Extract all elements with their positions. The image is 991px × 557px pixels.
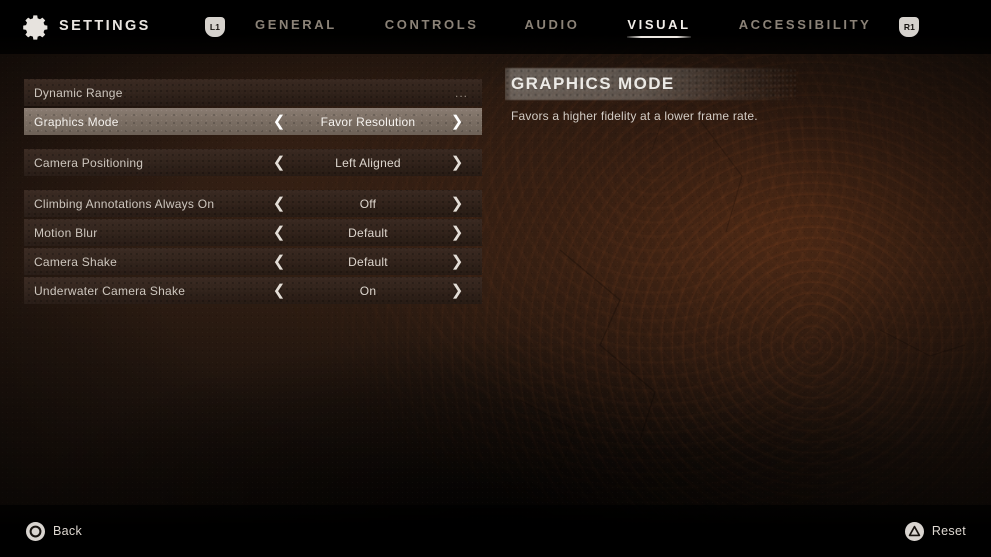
back-button-label: Back [53, 524, 82, 538]
setting-label: Camera Shake [34, 254, 118, 269]
settings-list: Dynamic Range ... Graphics Mode ❮ Favor … [24, 79, 482, 306]
row-ellipsis-indicator: ... [454, 85, 468, 100]
setting-row-camera-positioning[interactable]: Camera Positioning ❮ Left Aligned ❯ [24, 149, 482, 176]
detail-banner: GRAPHICS MODE [505, 66, 975, 102]
circle-button-icon [26, 521, 45, 541]
tab-controls-label: CONTROLS [384, 17, 479, 32]
r1-bumper-icon[interactable]: R1 [899, 17, 920, 37]
tab-visual-label: VISUAL [627, 17, 691, 32]
reset-button[interactable]: Reset [904, 505, 966, 557]
chevron-right-icon[interactable]: ❯ [448, 108, 466, 135]
gear-icon [23, 15, 48, 40]
header-bar: SETTINGS L1 GENERAL CONTROLS AUDIO VISUA… [0, 0, 991, 54]
setting-label: Graphics Mode [34, 114, 119, 129]
chevron-right-icon[interactable]: ❯ [448, 149, 466, 176]
l1-label: L1 [209, 22, 221, 32]
l1-bumper-icon[interactable]: L1 [205, 17, 225, 37]
footer-bar: Back Reset [0, 505, 991, 557]
settings-group: Camera Positioning ❮ Left Aligned ❯ [24, 149, 482, 176]
chevron-right-icon[interactable]: ❯ [448, 248, 466, 275]
setting-label: Motion Blur [34, 225, 98, 240]
setting-row-motion-blur[interactable]: Motion Blur ❮ Default ❯ [24, 219, 482, 246]
settings-screen: SETTINGS L1 GENERAL CONTROLS AUDIO VISUA… [0, 0, 991, 557]
tab-visual[interactable]: VISUAL [627, 17, 691, 38]
setting-label: Climbing Annotations Always On [34, 196, 215, 211]
setting-value: On [359, 283, 377, 298]
chevron-right-icon[interactable]: ❯ [448, 277, 466, 304]
tab-audio-label: AUDIO [524, 17, 580, 32]
chevron-left-icon[interactable]: ❮ [270, 108, 288, 135]
chevron-left-icon[interactable]: ❮ [270, 277, 288, 304]
detail-title: GRAPHICS MODE [511, 74, 675, 93]
back-button[interactable]: Back [26, 505, 82, 557]
detail-description: Favors a higher fidelity at a lower fram… [511, 109, 758, 123]
chevron-left-icon[interactable]: ❮ [270, 248, 288, 275]
setting-value: Left Aligned [335, 155, 401, 170]
setting-row-dynamic-range[interactable]: Dynamic Range ... [24, 79, 482, 106]
chevron-left-icon[interactable]: ❮ [270, 219, 288, 246]
setting-value: Default [348, 254, 388, 269]
page-title: SETTINGS [59, 18, 151, 34]
setting-label: Underwater Camera Shake [34, 283, 186, 298]
setting-row-graphics-mode[interactable]: Graphics Mode ❮ Favor Resolution ❯ [24, 108, 482, 135]
chevron-right-icon[interactable]: ❯ [448, 219, 466, 246]
detail-panel: GRAPHICS MODE Favors a higher fidelity a… [505, 66, 975, 123]
r1-label: R1 [903, 22, 916, 32]
tab-navigation: L1 GENERAL CONTROLS AUDIO VISUAL ACCESSI… [205, 0, 920, 54]
setting-label: Camera Positioning [34, 155, 144, 170]
tab-general-label: GENERAL [255, 17, 337, 32]
setting-row-climbing-annotations[interactable]: Climbing Annotations Always On ❮ Off ❯ [24, 190, 482, 217]
setting-value: Off [359, 196, 377, 211]
setting-value: Default [348, 225, 388, 240]
setting-value: Favor Resolution [320, 114, 416, 129]
chevron-left-icon[interactable]: ❮ [270, 149, 288, 176]
triangle-button-icon [904, 521, 924, 541]
settings-group: Climbing Annotations Always On ❮ Off ❯ M… [24, 190, 482, 304]
tab-accessibility[interactable]: ACCESSIBILITY [739, 17, 872, 37]
setting-label: Dynamic Range [34, 85, 123, 100]
settings-group: Dynamic Range ... Graphics Mode ❮ Favor … [24, 79, 482, 135]
tab-controls[interactable]: CONTROLS [385, 17, 479, 37]
reset-button-label: Reset [931, 524, 966, 538]
setting-row-camera-shake[interactable]: Camera Shake ❮ Default ❯ [24, 248, 482, 275]
chevron-left-icon[interactable]: ❮ [270, 190, 288, 217]
setting-row-underwater-camera-shake[interactable]: Underwater Camera Shake ❮ On ❯ [24, 277, 482, 304]
chevron-right-icon[interactable]: ❯ [448, 190, 466, 217]
tab-accessibility-label: ACCESSIBILITY [738, 17, 872, 32]
tab-general[interactable]: GENERAL [255, 17, 337, 37]
tab-audio[interactable]: AUDIO [525, 17, 580, 37]
